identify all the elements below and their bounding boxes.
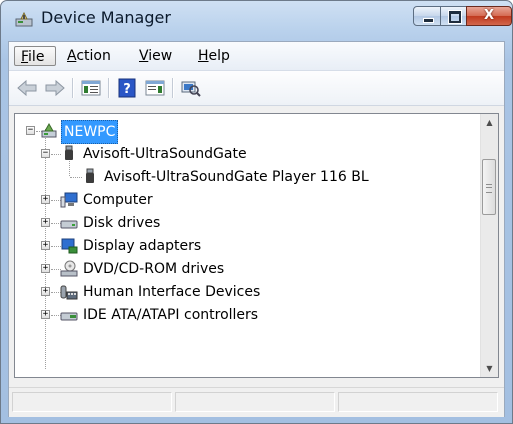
tree-node-root[interactable]: − NEWPC [15,120,475,144]
help-icon[interactable]: ? [115,76,139,100]
menu-view-label: iew [148,48,173,64]
minimize-icon [423,18,434,23]
tree-node-label: Avisoft-UltraSoundGate [83,146,247,162]
menu-action-mnemonic: A [67,48,77,64]
scan-hardware-icon[interactable] [179,76,203,100]
forward-icon[interactable] [43,76,67,100]
device-tree[interactable]: − NEWPC − Avisoft-UltraSoundGate Avisoft… [14,113,499,378]
properties-list-icon[interactable] [79,76,103,100]
scrollbar-grip-icon [486,183,492,193]
scroll-down-arrow-icon[interactable]: ▼ [481,360,498,377]
vertical-scrollbar[interactable]: ▲ ▼ [480,114,498,377]
status-pane [12,392,172,412]
maximize-icon [448,10,462,24]
tree-node-label: IDE ATA/ATAPI controllers [83,307,259,323]
menu-file-mnemonic: F [21,49,29,65]
menu-help[interactable]: Help [192,46,236,66]
status-pane [175,392,335,412]
scrollbar-thumb[interactable] [482,158,496,215]
tree-node-avisoft-ultrasoundgate[interactable]: − Avisoft-UltraSoundGate [15,143,475,165]
usb-plug-icon [65,145,73,160]
status-bar [9,387,504,417]
tree-node-label: Avisoft-UltraSoundGate Player 116 BL [104,169,369,185]
tree-node-display-adapters[interactable]: + Display adapters [15,235,475,257]
toolbar-separator [172,78,174,98]
optical-drive-icon [60,260,78,277]
device-manager-app-icon [15,11,33,27]
tree-node-dvd-cd-rom-drives[interactable]: + DVD/CD-ROM drives [15,258,475,280]
menu-bar: File Action View Help [9,42,504,71]
menu-action-label: ction [76,48,111,64]
tree-node-ide-ata-atapi-controllers[interactable]: + IDE ATA/ATAPI controllers [15,304,475,326]
title-bar[interactable]: Device Manager X [1,1,512,35]
disk-drive-icon [60,220,78,229]
collapse-toggle[interactable]: − [41,149,50,158]
close-icon: X [483,8,495,23]
expand-toggle[interactable]: + [41,310,50,319]
svg-text:?: ? [123,82,131,97]
display-adapter-icon [61,238,78,254]
menu-file-label: ile [28,49,45,65]
toolbar-separator [108,78,110,98]
maximize-button[interactable] [440,6,467,26]
toolbar: ? [9,71,504,106]
menu-file[interactable]: File [14,46,56,66]
scroll-up-arrow-icon[interactable]: ▲ [481,114,498,131]
menu-action[interactable]: Action [61,46,117,66]
device-manager-window: Device Manager X File Action View Help ?… [0,0,513,424]
client-area: File Action View Help ? − NEWPC − Avisof… [8,41,505,417]
menu-view[interactable]: View [133,46,178,66]
window-title: Device Manager [41,8,171,27]
back-icon[interactable] [15,76,39,100]
menu-help-label: elp [208,48,230,64]
tree-node-label: DVD/CD-ROM drives [83,261,225,277]
expand-toggle[interactable]: + [41,264,50,273]
computer-network-icon [41,122,57,138]
tree-node-label: Display adapters [83,238,202,254]
menu-help-mnemonic: H [198,48,209,64]
show-hide-console-tree-icon[interactable] [143,76,167,100]
tree-node-avisoft-player[interactable]: Avisoft-UltraSoundGate Player 116 BL [15,166,475,188]
close-button[interactable]: X [466,6,512,26]
expand-toggle[interactable]: + [41,241,50,250]
tree-node-disk-drives[interactable]: + Disk drives [15,212,475,234]
menu-view-mnemonic: V [139,48,149,64]
usb-plug-icon [86,168,94,183]
tree-node-computer[interactable]: + Computer [15,189,475,211]
hid-icon [60,285,78,300]
toolbar-separator [72,78,74,98]
expand-toggle[interactable]: + [41,218,50,227]
monitor-icon [60,192,78,208]
collapse-toggle[interactable]: − [26,126,35,135]
tree-node-label: Computer [83,192,153,208]
expand-toggle[interactable]: + [41,195,50,204]
expand-toggle[interactable]: + [41,287,50,296]
tree-node-label: Human Interface Devices [83,284,261,300]
ide-controller-icon [60,312,78,321]
tree-node-human-interface-devices[interactable]: + Human Interface Devices [15,281,475,303]
minimize-button[interactable] [413,6,441,26]
tree-node-root-label: NEWPC [61,120,119,144]
tree-node-label: Disk drives [83,215,161,231]
status-pane [338,392,498,412]
